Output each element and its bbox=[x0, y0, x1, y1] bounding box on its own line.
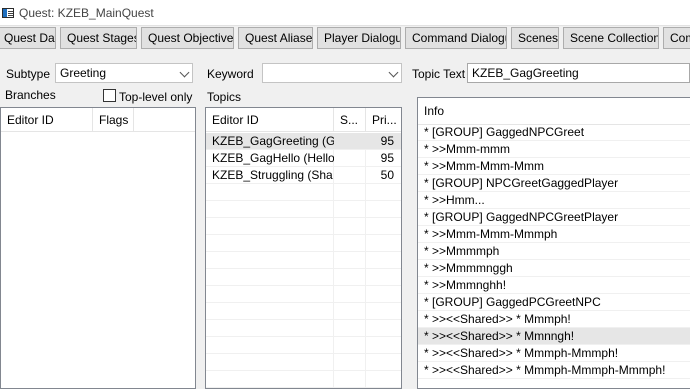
info-text: * >>Mmm-Mmm-Mmmph bbox=[424, 227, 558, 241]
info-row[interactable]: * >><<Shared>> * Mmmph-Mmmph-Mmmph! bbox=[418, 362, 690, 379]
empty-row bbox=[206, 303, 401, 320]
topic-editor-id: KZEB_GagGreeting (Gr bbox=[212, 134, 334, 148]
title-bar: Quest: KZEB_MainQuest bbox=[0, 0, 690, 26]
info-row-selected[interactable]: * >><<Shared>> * Mmnngh! bbox=[418, 328, 690, 345]
tab-quest-stages[interactable]: Quest Stages bbox=[60, 27, 137, 49]
branches-list[interactable]: Editor ID Flags bbox=[0, 107, 196, 389]
empty-row bbox=[206, 371, 401, 388]
window-title: Quest: KZEB_MainQuest bbox=[19, 6, 154, 20]
subtype-value: Greeting bbox=[60, 66, 107, 80]
topic-row[interactable]: KZEB_GagHello (Hello) 95 bbox=[206, 150, 401, 167]
info-text: * [GROUP] GaggedNPCGreet bbox=[424, 125, 585, 139]
info-text: * >>Hmm... bbox=[424, 193, 485, 207]
info-text: * [GROUP] NPCGreetGaggedPlayer bbox=[424, 176, 619, 190]
topics-list-header: Editor ID S... Pri... bbox=[206, 108, 401, 132]
topic-row[interactable]: KZEB_Struggling (Sha 50 bbox=[206, 167, 401, 184]
info-text: * >>Mmmmph bbox=[424, 244, 500, 258]
empty-row bbox=[206, 269, 401, 286]
topic-priority: 95 bbox=[380, 134, 394, 148]
info-text: * >>Mmmmnggh bbox=[424, 261, 513, 275]
info-text: * >>Mmm-mmm bbox=[424, 142, 510, 156]
info-row[interactable]: * >>Mmm-Mmm-Mmm bbox=[418, 158, 690, 175]
topic-s bbox=[334, 150, 366, 167]
topics-label: Topics bbox=[207, 90, 242, 104]
column-priority[interactable]: Pri... bbox=[366, 108, 401, 132]
subtype-label: Subtype bbox=[6, 67, 51, 81]
info-row[interactable]: * >>Mmm-Mmm-Mmmph bbox=[418, 226, 690, 243]
column-s[interactable]: S... bbox=[334, 108, 366, 132]
info-row[interactable]: * >>Hmm... bbox=[418, 192, 690, 209]
info-text: * >>Mmmnghh! bbox=[424, 278, 507, 292]
keyword-select[interactable] bbox=[262, 63, 402, 83]
info-row[interactable]: * [GROUP] GaggedNPCGreetPlayer bbox=[418, 209, 690, 226]
topic-editor-id: KZEB_GagHello (Hello) bbox=[212, 151, 334, 165]
info-text: * >>Mmm-Mmm-Mmm bbox=[424, 159, 544, 173]
empty-row bbox=[206, 354, 401, 371]
info-text: * >><<Shared>> * Mmnngh! bbox=[424, 329, 575, 343]
chevron-down-icon bbox=[179, 67, 190, 78]
topic-priority: 50 bbox=[380, 168, 394, 182]
quest-tab-bar: Quest Data Quest Stages Quest Objectives… bbox=[0, 27, 690, 51]
info-row[interactable]: * >>Mmmnghh! bbox=[418, 277, 690, 294]
tab-com[interactable]: Com bbox=[663, 27, 690, 49]
empty-row bbox=[206, 235, 401, 252]
subtype-select[interactable]: Greeting bbox=[55, 63, 193, 83]
info-row[interactable]: * [GROUP] GaggedNPCGreet bbox=[418, 124, 690, 141]
info-text: * >><<Shared>> * Mmmph! bbox=[424, 312, 571, 326]
info-row[interactable]: * >><<Shared>> * Mmmph-Mmmph! bbox=[418, 345, 690, 362]
tab-quest-objectives[interactable]: Quest Objectives bbox=[141, 27, 234, 49]
topic-text-input[interactable]: KZEB_GagGreeting bbox=[467, 63, 690, 83]
info-text: * >><<Shared>> * Mmmph-Mmmph! bbox=[424, 346, 619, 360]
column-editor-id[interactable]: Editor ID bbox=[206, 108, 334, 132]
info-text: * >><<Shared>> * Mmmph-Mmmph-Mmmph! bbox=[424, 363, 666, 377]
toplevel-only-label: Top-level only bbox=[119, 90, 193, 104]
topic-s bbox=[334, 167, 366, 184]
branches-label: Branches bbox=[5, 88, 56, 102]
keyword-label: Keyword bbox=[207, 67, 254, 81]
info-list-header: Info bbox=[418, 98, 690, 125]
column-info[interactable]: Info bbox=[418, 98, 690, 125]
info-list[interactable]: Info * [GROUP] GaggedNPCGreet * >>Mmm-mm… bbox=[417, 97, 690, 389]
info-row[interactable]: * >>Mmm-mmm bbox=[418, 141, 690, 158]
empty-row bbox=[206, 286, 401, 303]
topic-text-label: Topic Text bbox=[412, 67, 466, 81]
info-row[interactable]: * [GROUP] GaggedPCGreetNPC bbox=[418, 294, 690, 311]
column-editor-id[interactable]: Editor ID bbox=[1, 108, 93, 132]
info-text: * [GROUP] GaggedPCGreetNPC bbox=[424, 295, 601, 309]
info-text: * [GROUP] GaggedNPCGreetPlayer bbox=[424, 210, 619, 224]
chevron-down-icon bbox=[388, 67, 399, 78]
empty-row bbox=[206, 201, 401, 218]
tab-scene-collections[interactable]: Scene Collections bbox=[563, 27, 659, 49]
empty-row bbox=[206, 337, 401, 354]
topic-priority: 95 bbox=[380, 151, 394, 165]
branches-list-header: Editor ID Flags bbox=[1, 108, 195, 132]
topic-row[interactable]: KZEB_GagGreeting (Gr 95 bbox=[206, 133, 401, 150]
empty-row bbox=[206, 218, 401, 235]
topic-s bbox=[334, 133, 366, 150]
window-app-icon bbox=[2, 8, 14, 18]
tab-quest-data[interactable]: Quest Data bbox=[0, 27, 56, 49]
topic-editor-id: KZEB_Struggling (Sha bbox=[212, 168, 333, 182]
tab-player-dialogue[interactable]: Player Dialogue bbox=[317, 27, 401, 49]
info-row[interactable]: * >>Mmmmnggh bbox=[418, 260, 690, 277]
info-row[interactable]: * [GROUP] NPCGreetGaggedPlayer bbox=[418, 175, 690, 192]
info-row[interactable]: * >>Mmmmph bbox=[418, 243, 690, 260]
tab-command-dialogue[interactable]: Command Dialogue bbox=[405, 27, 507, 49]
empty-row bbox=[206, 252, 401, 269]
tab-scenes[interactable]: Scenes bbox=[511, 27, 559, 49]
info-row[interactable]: * >><<Shared>> * Mmmph! bbox=[418, 311, 690, 328]
tab-quest-aliases[interactable]: Quest Aliases bbox=[238, 27, 313, 49]
column-flags[interactable]: Flags bbox=[93, 108, 134, 132]
toplevel-only-checkbox[interactable] bbox=[103, 89, 116, 102]
topics-list[interactable]: Editor ID S... Pri... KZEB_GagGreeting (… bbox=[205, 107, 402, 389]
empty-row bbox=[206, 320, 401, 337]
empty-row bbox=[206, 184, 401, 201]
